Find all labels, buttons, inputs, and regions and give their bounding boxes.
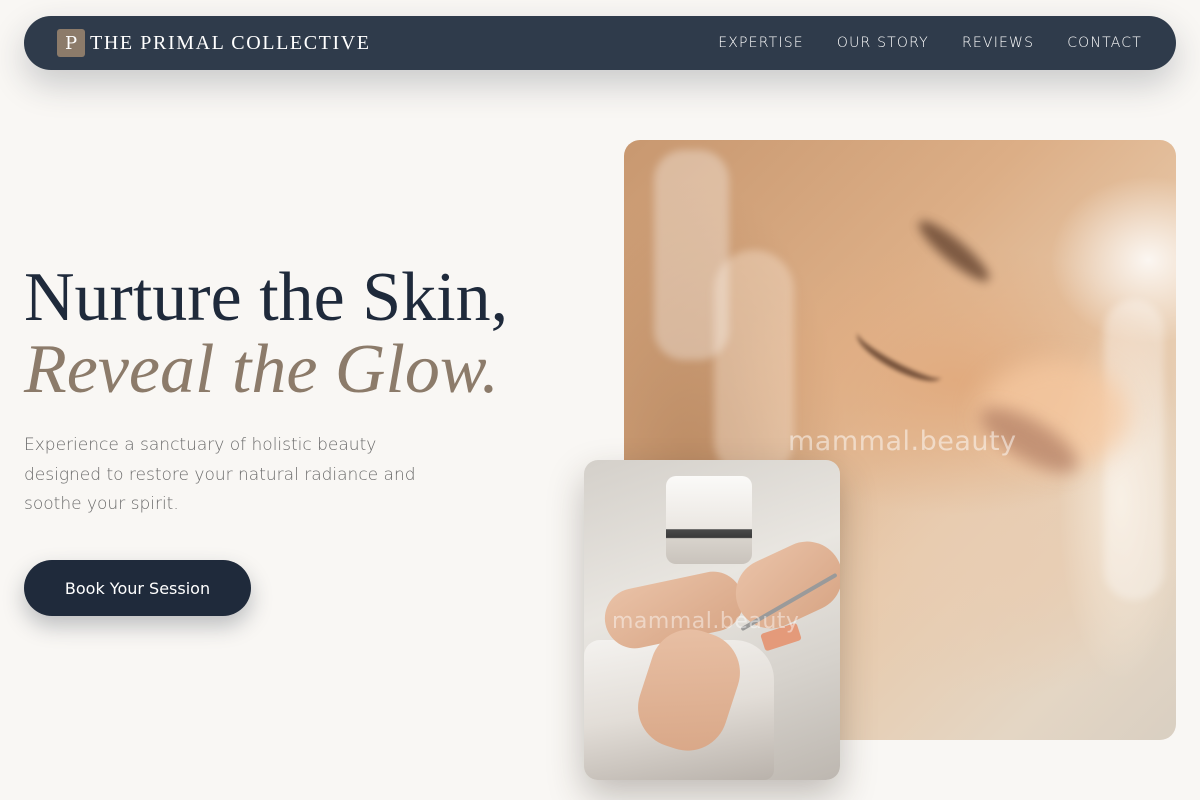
hero-heading-line-2: Reveal the Glow. <box>24 331 499 408</box>
hero-description: Experience a sanctuary of holistic beaut… <box>24 435 416 514</box>
cream-jar <box>666 476 752 564</box>
book-session-button[interactable]: Book Your Session <box>24 560 251 616</box>
face-closed-eye <box>850 319 949 391</box>
light-reflection <box>654 150 729 360</box>
nav-link-contact[interactable]: CONTACT <box>1067 35 1142 51</box>
nav-link-our-story[interactable]: OUR STORY <box>837 35 929 51</box>
hero-heading: Nurture the Skin, Reveal the Glow. <box>24 262 508 406</box>
brand-name: THE PRIMAL COLLECTIVE <box>90 31 371 54</box>
brand-monogram-icon: P <box>57 29 85 57</box>
brand-logo-link[interactable]: P THE PRIMAL COLLECTIVE <box>57 29 371 57</box>
manicure-photo: mammal.beauty <box>584 460 840 780</box>
face-eyebrow <box>912 213 996 289</box>
photo-watermark: mammal.beauty <box>612 609 800 634</box>
main-nav: EXPERTISE OUR STORY REVIEWS CONTACT <box>685 35 1142 51</box>
nav-link-reviews[interactable]: REVIEWS <box>962 35 1034 51</box>
nav-link-expertise[interactable]: EXPERTISE <box>718 35 804 51</box>
hero-heading-line-1: Nurture the Skin, <box>24 259 509 336</box>
light-reflection <box>1104 300 1164 600</box>
photo-watermark: mammal.beauty <box>788 426 1017 457</box>
top-navbar: P THE PRIMAL COLLECTIVE EXPERTISE OUR ST… <box>24 16 1176 70</box>
